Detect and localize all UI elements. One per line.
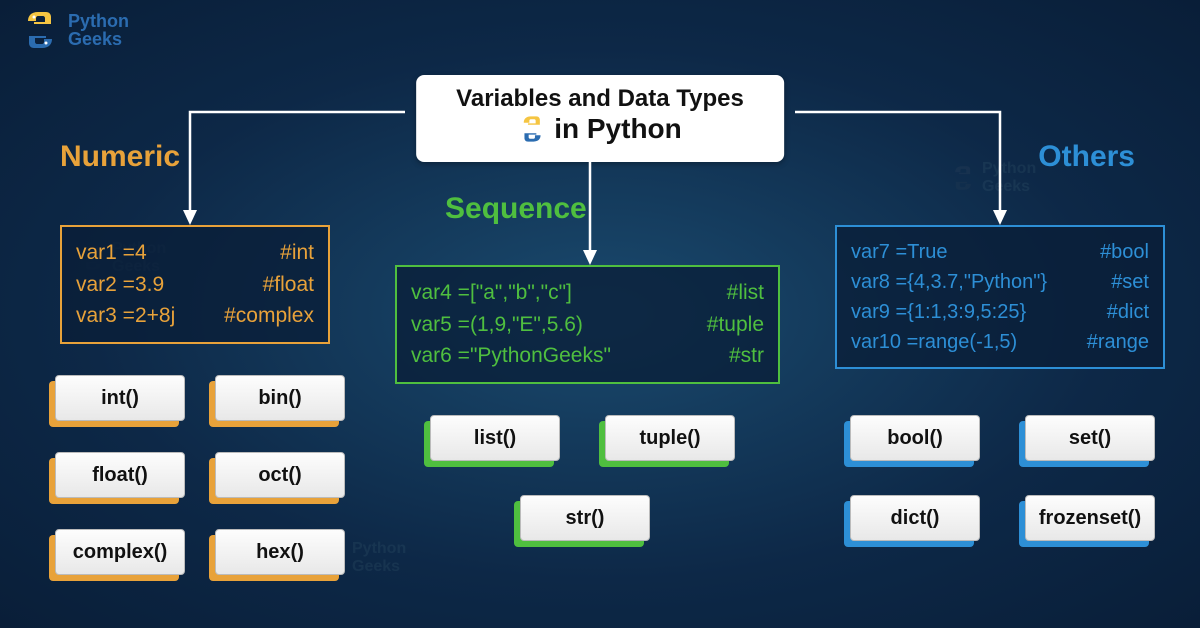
arrow-to-numeric xyxy=(160,100,410,230)
sequence-label: Sequence xyxy=(445,192,587,226)
fn-bin: bin() xyxy=(215,375,345,421)
fn-complex: complex() xyxy=(55,529,185,575)
code-line: var9 ={1:1,3:9,5:25}#dict xyxy=(851,297,1149,327)
numeric-label: Numeric xyxy=(60,140,180,174)
sequence-code-box: var4 =["a","b","c"]#list var5 =(1,9,"E",… xyxy=(395,265,780,384)
others-label: Others xyxy=(1038,140,1135,174)
title-line1: Variables and Data Types xyxy=(456,85,744,113)
fn-tuple: tuple() xyxy=(605,415,735,461)
code-line: var3 =2+8j#complex xyxy=(76,300,314,332)
fn-str: str() xyxy=(520,495,650,541)
brand-text: Python Geeks xyxy=(68,12,129,48)
python-small-icon xyxy=(518,115,546,143)
brand-logo: Python Geeks xyxy=(20,10,129,50)
numeric-code-box: var1 =4#int var2 =3.9#float var3 =2+8j#c… xyxy=(60,225,330,344)
fn-int: int() xyxy=(55,375,185,421)
code-line: var10 =range(-1,5)#range xyxy=(851,327,1149,357)
python-logo-icon xyxy=(20,10,60,50)
fn-hex: hex() xyxy=(215,529,345,575)
title-line2: in Python xyxy=(554,113,682,145)
title-card: Variables and Data Types in Python xyxy=(416,75,784,162)
code-line: var8 ={4,3.7,"Python"}#set xyxy=(851,267,1149,297)
brand-line1: Python xyxy=(68,12,129,30)
code-line: var1 =4#int xyxy=(76,237,314,269)
fn-bool: bool() xyxy=(850,415,980,461)
fn-set: set() xyxy=(1025,415,1155,461)
fn-dict: dict() xyxy=(850,495,980,541)
code-line: var4 =["a","b","c"]#list xyxy=(411,277,764,309)
fn-float: float() xyxy=(55,452,185,498)
arrow-to-others xyxy=(790,100,1040,230)
brand-line2: Geeks xyxy=(68,30,129,48)
code-line: var6 ="PythonGeeks"#str xyxy=(411,340,764,372)
code-line: var7 =True#bool xyxy=(851,237,1149,267)
fn-oct: oct() xyxy=(215,452,345,498)
code-line: var2 =3.9#float xyxy=(76,269,314,301)
code-line: var5 =(1,9,"E",5.6)#tuple xyxy=(411,309,764,341)
others-code-box: var7 =True#bool var8 ={4,3.7,"Python"}#s… xyxy=(835,225,1165,369)
fn-frozenset: frozenset() xyxy=(1025,495,1155,541)
fn-list: list() xyxy=(430,415,560,461)
